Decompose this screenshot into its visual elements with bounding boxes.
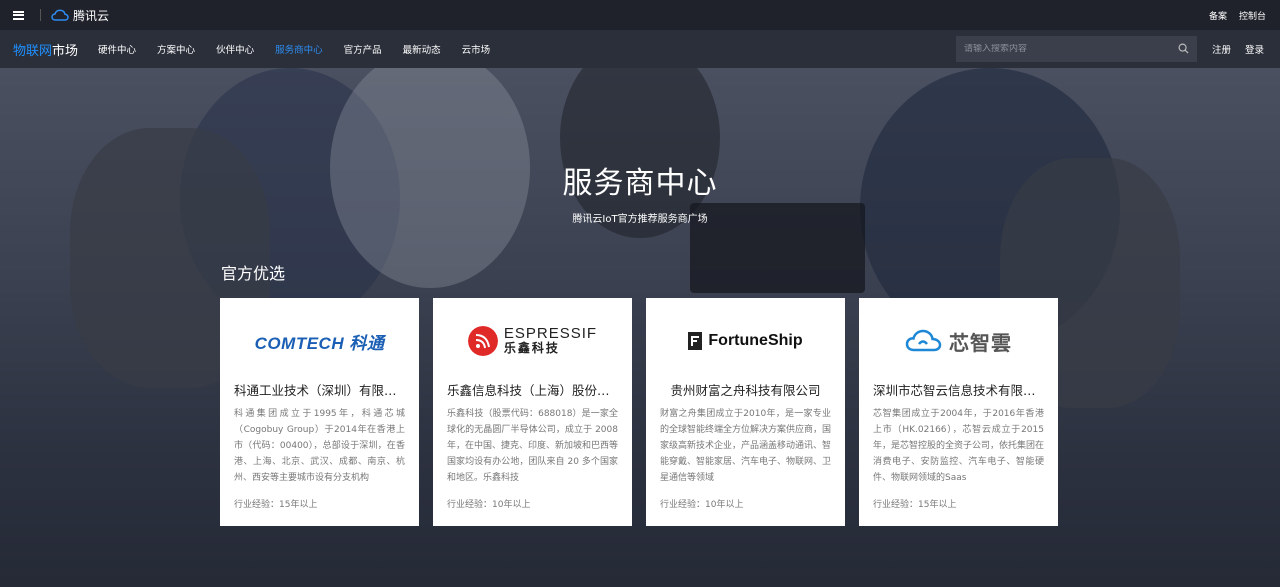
provider-name[interactable]: 深圳市芯智云信息技术有限公司 xyxy=(873,382,1044,400)
espressif-en: ESPRESSIF xyxy=(503,325,598,342)
hero-banner: 服务商中心 腾讯云IoT官方推荐服务商广场 官方优选 COMTECH 科通 科通… xyxy=(0,68,1280,587)
nav-item-solutions[interactable]: 方案中心 xyxy=(157,42,195,56)
provider-card[interactable]: 芯智雲 深圳市芯智云信息技术有限公司 芯智集团成立于2004年，于2016年香港… xyxy=(859,298,1058,526)
nav-items: 硬件中心 方案中心 伙伴中心 服务商中心 官方产品 最新动态 云市场 xyxy=(98,42,490,56)
provider-desc: 芯智集团成立于2004年，于2016年香港上市（HK.02166），芯智云成立于… xyxy=(873,409,1044,483)
main-nav: 物联网 市场 硬件中心 方案中心 伙伴中心 服务商中心 官方产品 最新动态 云市… xyxy=(0,30,1280,68)
provider-card[interactable]: ESPRESSIF 乐鑫科技 乐鑫信息科技（上海）股份有限公司 乐鑫科技（股票代… xyxy=(433,298,632,526)
brand-white: 市场 xyxy=(52,43,79,59)
nav-item-hardware[interactable]: 硬件中心 xyxy=(98,42,136,56)
provider-experience: 行业经验：15年以上 xyxy=(873,500,957,510)
brand-name: 腾讯云 xyxy=(73,8,110,23)
provider-desc: 科通集团成立于1995年，科通芯城（Cogobuy Group）于2014年在香… xyxy=(234,409,405,483)
fortuneship-logo-group: FortuneShip xyxy=(688,332,803,350)
fortuneship-mark-icon xyxy=(688,332,703,350)
xinzhiyun-cloud-icon xyxy=(905,329,942,352)
auth-links: 注册 登录 xyxy=(1212,42,1264,56)
espressif-logo: ESPRESSIF 乐鑫科技 xyxy=(447,298,618,384)
provider-name[interactable]: 贵州财富之舟科技有限公司 xyxy=(660,382,831,400)
provider-experience: 行业经验：10年以上 xyxy=(660,500,744,510)
hero-subtitle: 腾讯云IoT官方推荐服务商广场 xyxy=(572,214,708,225)
tencent-cloud-logo[interactable]: 腾讯云 xyxy=(51,7,109,24)
nav-item-cloud-market[interactable]: 云市场 xyxy=(462,42,491,56)
nav-item-official-products[interactable]: 官方产品 xyxy=(344,42,382,56)
nav-item-service-providers[interactable]: 服务商中心 xyxy=(275,42,323,56)
section-title: 官方优选 xyxy=(221,264,286,283)
provider-cards: COMTECH 科通 科通工业技术（深圳）有限公司 科通集团成立于1995年，科… xyxy=(220,298,1058,526)
login-link[interactable]: 登录 xyxy=(1245,42,1264,56)
search-input[interactable] xyxy=(964,44,1164,54)
espressif-cn: 乐鑫科技 xyxy=(503,341,560,355)
top-bar: 腾讯云 备案 控制台 xyxy=(0,0,1280,30)
nav-item-partners[interactable]: 伙伴中心 xyxy=(216,42,254,56)
divider xyxy=(40,9,41,21)
search-icon[interactable] xyxy=(1178,43,1189,54)
provider-desc: 财富之舟集团成立于2010年，是一家专业的全球智能终端全方位解决方案供应商，国家… xyxy=(660,409,831,483)
espressif-logo-text: ESPRESSIF 乐鑫科技 xyxy=(503,325,598,355)
search-box xyxy=(956,36,1197,62)
provider-name[interactable]: 科通工业技术（深圳）有限公司 xyxy=(234,382,405,400)
xinzhiyun-logo-group: 芯智雲 xyxy=(905,327,1012,356)
provider-experience: 行业经验：10年以上 xyxy=(447,500,531,510)
espressif-logo-group: ESPRESSIF 乐鑫科技 xyxy=(467,325,598,356)
register-link[interactable]: 注册 xyxy=(1212,42,1231,56)
hero-title: 服务商中心 xyxy=(562,166,718,201)
comtech-logo: COMTECH 科通 xyxy=(234,298,405,384)
provider-experience: 行业经验：15年以上 xyxy=(234,500,318,510)
menu-icon[interactable] xyxy=(0,0,36,30)
cloud-icon xyxy=(51,9,69,21)
fortuneship-logo: FortuneShip xyxy=(660,298,831,384)
nav-item-news[interactable]: 最新动态 xyxy=(403,42,441,56)
xinzhiyun-logo: 芯智雲 xyxy=(873,298,1044,384)
provider-desc: 乐鑫科技（股票代码：688018）是一家全球化的无晶圆厂半导体公司，成立于 20… xyxy=(447,409,618,483)
top-links: 备案 控制台 xyxy=(1209,9,1266,22)
brand-blue: 物联网 xyxy=(13,43,53,59)
provider-name[interactable]: 乐鑫信息科技（上海）股份有限公司 xyxy=(447,382,618,400)
xinzhiyun-logo-text: 芯智雲 xyxy=(949,330,1012,355)
espressif-mark-icon xyxy=(467,326,498,356)
console-link[interactable]: 控制台 xyxy=(1239,9,1266,22)
provider-card[interactable]: FortuneShip 贵州财富之舟科技有限公司 财富之舟集团成立于2010年，… xyxy=(646,298,845,526)
fortuneship-logo-text: FortuneShip xyxy=(708,332,803,349)
beian-link[interactable]: 备案 xyxy=(1209,9,1227,22)
comtech-logo-text: COMTECH 科通 xyxy=(254,333,385,353)
provider-card[interactable]: COMTECH 科通 科通工业技术（深圳）有限公司 科通集团成立于1995年，科… xyxy=(220,298,419,526)
iot-market-brand[interactable]: 物联网 市场 xyxy=(13,40,78,59)
